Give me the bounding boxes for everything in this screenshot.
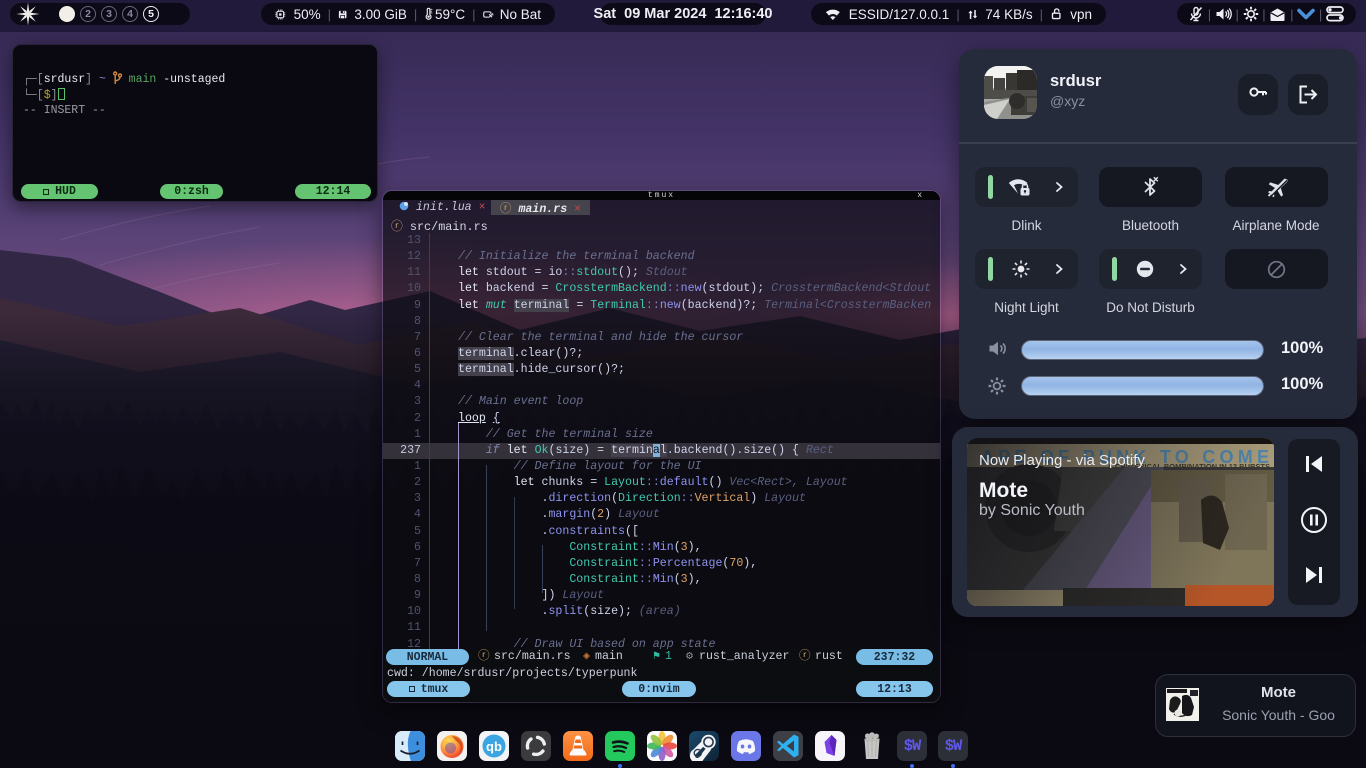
svg-text:qb: qb — [486, 739, 502, 754]
